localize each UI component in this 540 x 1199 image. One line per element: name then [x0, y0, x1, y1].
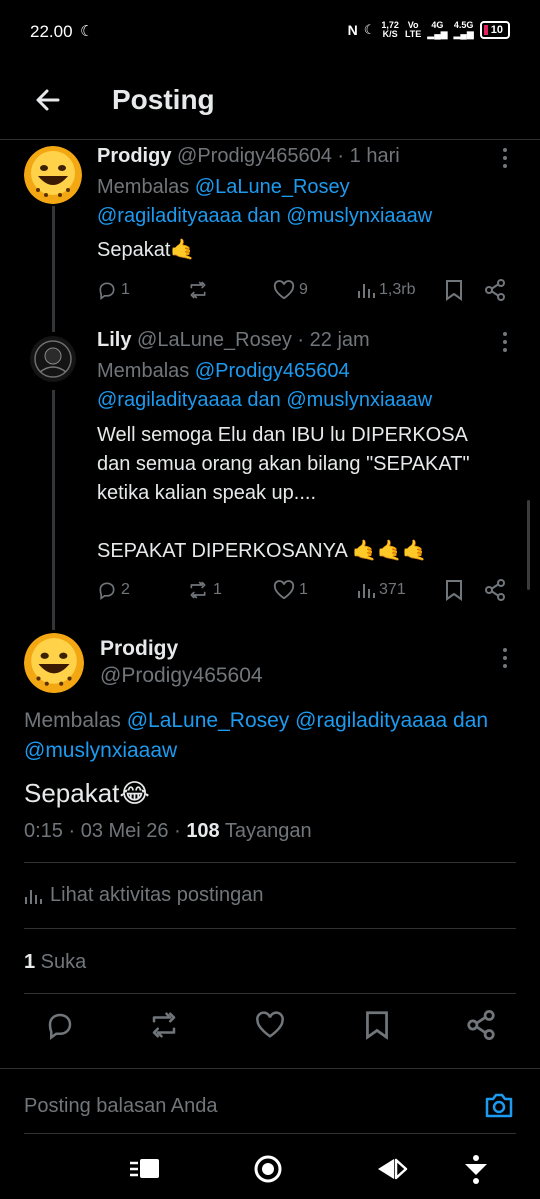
- reply-button[interactable]: 2: [97, 580, 130, 600]
- tweet-text: Well semoga Elu dan IBU lu DIPERKOSA dan…: [97, 424, 470, 562]
- volte-indicator: Vo LTE: [404, 20, 422, 39]
- avatar[interactable]: [24, 146, 82, 204]
- mention-link[interactable]: @LaLune_Rosey @ragiladityaaaa dan: [127, 709, 488, 732]
- bookmark-button[interactable]: [445, 579, 463, 601]
- views-button[interactable]: 371: [357, 581, 406, 599]
- reply-composer[interactable]: Posting balasan Anda: [0, 1068, 540, 1140]
- thread-connector: [52, 206, 55, 332]
- nfc-icon: N: [347, 22, 358, 38]
- tweet-actions: 2 1 1 371: [0, 578, 540, 602]
- mention-link[interactable]: @LaLune_Rosey: [195, 176, 350, 198]
- status-time: 22.00: [30, 22, 73, 41]
- heart-icon: [273, 580, 295, 600]
- reply-icon: [99, 582, 115, 600]
- like-button[interactable]: 9: [273, 280, 308, 300]
- mention-link[interactable]: @Prodigy465604: [195, 360, 350, 382]
- retweet-button[interactable]: 1: [187, 580, 222, 600]
- divider: [24, 1133, 516, 1134]
- battery-icon: 10: [479, 21, 510, 39]
- retweet-button[interactable]: [187, 280, 213, 300]
- reply-icon: [99, 282, 115, 300]
- views-icon: [358, 584, 375, 598]
- share-icon: [485, 279, 505, 301]
- page-title: Posting: [112, 84, 215, 115]
- like-button[interactable]: 1: [273, 580, 308, 600]
- bookmark-button[interactable]: [445, 279, 463, 301]
- bookmark-icon: [446, 580, 462, 601]
- view-post-activity[interactable]: Lihat aktivitas postingan: [24, 884, 263, 907]
- recent-apps-icon[interactable]: [128, 1152, 162, 1186]
- replying-to: Membalas @LaLune_Rosey @ragiladityaaaa d…: [24, 709, 489, 762]
- handle-and-time: @LaLune_Rosey · 22 jam: [137, 329, 370, 351]
- bookmark-icon: [446, 280, 462, 301]
- more-options-icon[interactable]: [502, 331, 508, 353]
- share-icon[interactable]: [466, 1010, 496, 1040]
- signal-2: 4.5G ▂▄▆: [453, 20, 474, 39]
- heart-icon: [273, 280, 295, 300]
- heart-icon[interactable]: [255, 1010, 285, 1040]
- views-button[interactable]: 1,3rb: [357, 281, 415, 299]
- back-arrow-icon[interactable]: [32, 84, 64, 116]
- tweet-text: Sepakat😂: [24, 778, 150, 808]
- scrollbar[interactable]: [527, 500, 530, 590]
- retweet-icon: [190, 281, 206, 299]
- share-button[interactable]: [484, 279, 506, 301]
- tweet-actions: 1 9 1,3rb: [0, 278, 540, 302]
- handle-and-time: @Prodigy465604 · 1 hari: [177, 145, 400, 167]
- bookmark-icon[interactable]: [362, 1010, 392, 1040]
- moon-icon: ☾: [80, 23, 94, 40]
- likes-count[interactable]: 1 Suka: [24, 951, 86, 974]
- camera-icon[interactable]: [484, 1091, 514, 1119]
- tweet-header: Lily @LaLune_Rosey · 22 jam: [97, 329, 370, 352]
- reply-button[interactable]: 1: [97, 280, 130, 300]
- tweet-header: Prodigy @Prodigy465604 · 1 hari: [97, 145, 400, 168]
- share-icon: [485, 579, 505, 601]
- moon-icon: ☾: [363, 22, 376, 37]
- assistant-icon[interactable]: [459, 1152, 493, 1186]
- signal-1: 4G ▂▄▆: [427, 20, 448, 39]
- replying-to: Membalas @LaLune_Rosey @ragiladityaaaa d…: [97, 176, 433, 227]
- main-tweet-actions: [0, 1010, 540, 1046]
- more-options-icon[interactable]: [502, 647, 508, 669]
- views-icon: [358, 284, 375, 298]
- system-nav-bar: [0, 1140, 540, 1199]
- avatar[interactable]: [24, 633, 84, 693]
- back-triangle-icon[interactable]: [374, 1152, 408, 1186]
- display-name[interactable]: Lily: [97, 329, 131, 351]
- retweet-icon: [190, 581, 206, 599]
- net-speed: 1,72 K/S: [381, 20, 399, 39]
- tweet-text: Sepakat🤙: [97, 239, 196, 261]
- status-bar: 22.00 ☾ N ☾ 1,72 K/S Vo LTE 4G ▂▄▆ 4.5G ▂▄▆ …: [0, 0, 540, 64]
- retweet-icon[interactable]: [149, 1010, 179, 1040]
- top-bar: Posting: [0, 64, 540, 140]
- avatar[interactable]: [30, 336, 76, 382]
- tweet-timestamp: 0:15 · 03 Mei 26 · 108 Tayangan: [24, 820, 312, 842]
- mention-link[interactable]: @muslynxiaaaw: [24, 739, 177, 762]
- replying-to: Membalas @Prodigy465604 @ragiladityaaaa …: [97, 360, 433, 411]
- share-button[interactable]: [484, 579, 506, 601]
- divider: [24, 928, 516, 929]
- display-name[interactable]: Prodigy: [100, 637, 178, 661]
- home-icon[interactable]: [251, 1152, 285, 1186]
- views-icon: [25, 889, 42, 904]
- divider: [24, 862, 516, 863]
- user-handle[interactable]: @Prodigy465604: [100, 664, 263, 688]
- display-name[interactable]: Prodigy: [97, 145, 171, 167]
- more-options-icon[interactable]: [502, 147, 508, 169]
- mention-link[interactable]: @ragiladityaaaa dan @muslynxiaaaw: [97, 389, 432, 411]
- reply-input[interactable]: Posting balasan Anda: [24, 1095, 218, 1118]
- status-icons: N ☾ 1,72 K/S Vo LTE 4G ▂▄▆ 4.5G ▂▄▆ 10: [348, 21, 510, 39]
- divider: [24, 993, 516, 994]
- mention-link[interactable]: @ragiladityaaaa dan @muslynxiaaaw: [97, 205, 432, 227]
- reply-icon[interactable]: [45, 1010, 75, 1040]
